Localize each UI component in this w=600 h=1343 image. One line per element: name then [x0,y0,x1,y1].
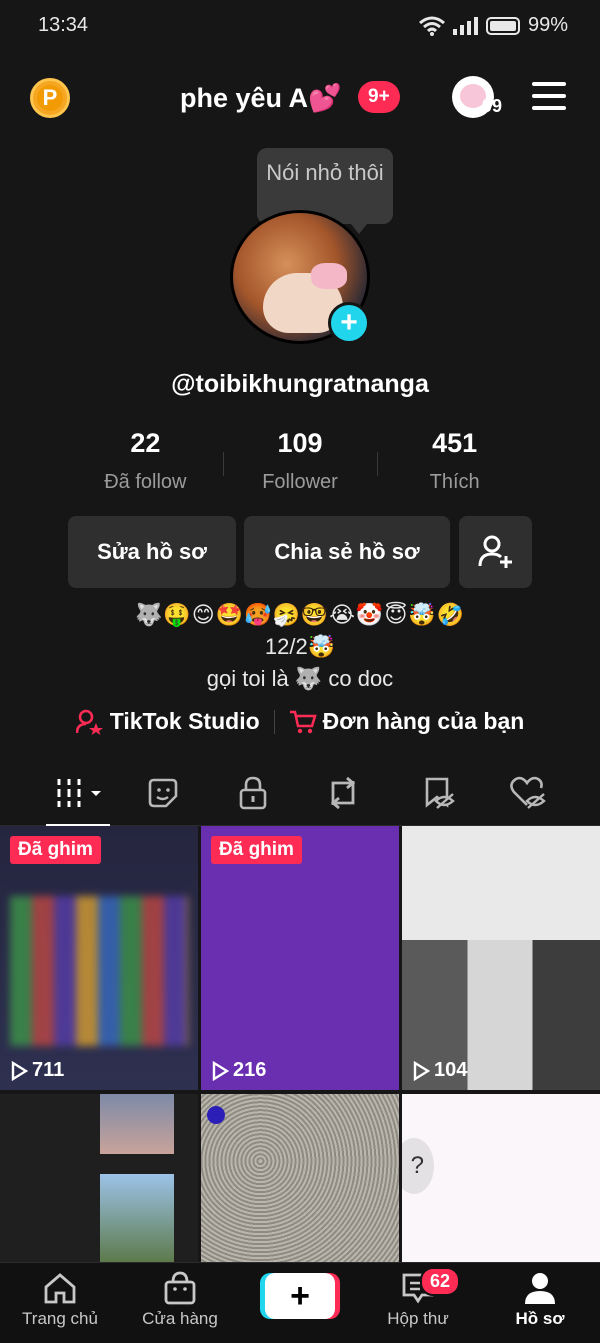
video-thumbnail[interactable]: ? [402,1094,600,1262]
add-friend-button[interactable] [459,516,532,588]
stat-divider [377,452,378,476]
share-profile-button[interactable]: Chia sẻ hồ sơ [244,516,450,588]
stat-value: 109 [277,428,323,458]
profile-actions: Sửa hồ sơ Chia sẻ hồ sơ [68,516,532,588]
cart-icon [289,710,317,733]
tab-stickers[interactable] [131,772,195,814]
pinned-badge: Đã ghim [10,836,101,864]
view-count: 711 [10,1059,64,1082]
stat-value: 451 [432,428,478,458]
nav-label: Hồ sơ [515,1309,565,1328]
notification-badge: 9+ [358,81,400,113]
video-grid: Đã ghim 711 Đã ghim 216 104 ? [0,826,600,1262]
video-thumbnail[interactable] [201,1094,399,1262]
profile-header: P phe yêu A💕 9+ 99 [0,60,600,136]
view-count-value: 104 [434,1059,468,1081]
play-icon [212,1060,229,1081]
create-video-button[interactable]: + [265,1273,335,1319]
sticker-icon [148,778,178,808]
nav-home[interactable]: Trang chủ [10,1271,110,1329]
inbox-badge: 62 [420,1267,461,1296]
bottom-navigation: Trang chủ Cửa hàng + Hộp thư 62 Hồ sơ [0,1262,600,1343]
profile-icon [525,1273,555,1304]
signal-icon [452,16,478,35]
nav-profile[interactable]: Hồ sơ [490,1271,590,1329]
profile-stats: 22 Đã follow 109 Follower 451 Thích [68,428,532,498]
wifi-icon [419,16,445,36]
nav-label: Trang chủ [22,1309,98,1328]
add-user-icon [478,535,512,568]
battery-percent: 99% [527,14,568,36]
add-avatar-button[interactable]: + [328,302,370,344]
edit-profile-button[interactable]: Sửa hồ sơ [68,516,236,588]
bio-emojis: 🐺🤑😊🤩🥵🤧🤓😭🤡😇🤯🤣 [134,602,466,627]
bookmark-hidden-icon [425,777,455,809]
nav-shop[interactable]: Cửa hàng [130,1271,230,1329]
bio-line: gọi toi là 🐺 co doc [206,666,394,691]
link-separator [273,709,275,734]
tab-reposts[interactable] [311,772,375,814]
stat-divider [223,452,224,476]
stat-label: Đã follow [104,471,187,493]
nav-label: Hộp thư [387,1309,449,1328]
stat-likes[interactable]: 451 Thích [377,428,532,498]
profile-links: TikTok Studio Đơn hàng của bạn [0,708,600,735]
video-thumbnail[interactable]: 104 [402,826,600,1090]
coin-icon[interactable]: P [30,78,70,118]
home-icon [44,1273,76,1304]
status-time: 13:34 [38,14,89,36]
friends-count: 99 [482,96,503,116]
profile-bio: 🐺🤑😊🤩🥵🤧🤓😭🤡😇🤯🤣 12/2🤯 gọi toi là 🐺 co doc [0,602,600,692]
tab-videos[interactable] [46,772,110,827]
orders-link[interactable]: Đơn hàng của bạn [289,708,525,735]
tab-favorites[interactable] [406,772,470,814]
repost-icon [330,776,356,810]
stat-followers[interactable]: 109 Follower [223,428,378,498]
view-count: 216 [211,1059,266,1082]
stat-label: Follower [262,471,338,493]
tiktok-studio-link[interactable]: TikTok Studio [75,708,260,735]
tab-liked[interactable] [496,772,560,814]
heart-hidden-icon [510,776,546,809]
orders-label: Đơn hàng của bạn [322,708,525,734]
battery-icon [485,16,520,35]
profile-display-name: phe yêu A💕 [180,83,342,113]
note-text: Nói nhỏ thôi [266,160,384,185]
lock-icon [239,776,267,810]
video-thumbnail[interactable]: Đã ghim 711 [0,826,198,1090]
status-bar: 13:34 99% [0,0,600,54]
pinned-badge: Đã ghim [211,836,302,864]
stat-following[interactable]: 22 Đã follow [68,428,223,498]
username: @toibikhungratnanga [171,370,429,398]
video-thumbnail[interactable] [0,1094,198,1262]
bio-line: 12/2🤯 [264,634,336,659]
view-count: 104 [412,1059,467,1082]
view-count-value: 216 [233,1059,267,1081]
stat-value: 22 [130,428,161,458]
grid-icon [55,779,101,807]
nav-label: Cửa hàng [142,1309,218,1328]
profile-name-switcher[interactable]: phe yêu A💕 [180,82,342,114]
status-icons: 99% [419,14,568,37]
view-count-value: 711 [32,1059,65,1081]
video-thumbnail[interactable]: Đã ghim 216 [201,826,399,1090]
play-icon [413,1060,430,1081]
tab-private[interactable] [221,772,285,814]
content-tabs [0,760,600,827]
play-icon [11,1060,28,1081]
stat-label: Thích [429,471,480,493]
menu-icon[interactable] [532,82,566,110]
shop-bag-icon [164,1271,196,1305]
studio-icon [75,709,103,735]
tiktok-studio-label: TikTok Studio [109,708,260,734]
